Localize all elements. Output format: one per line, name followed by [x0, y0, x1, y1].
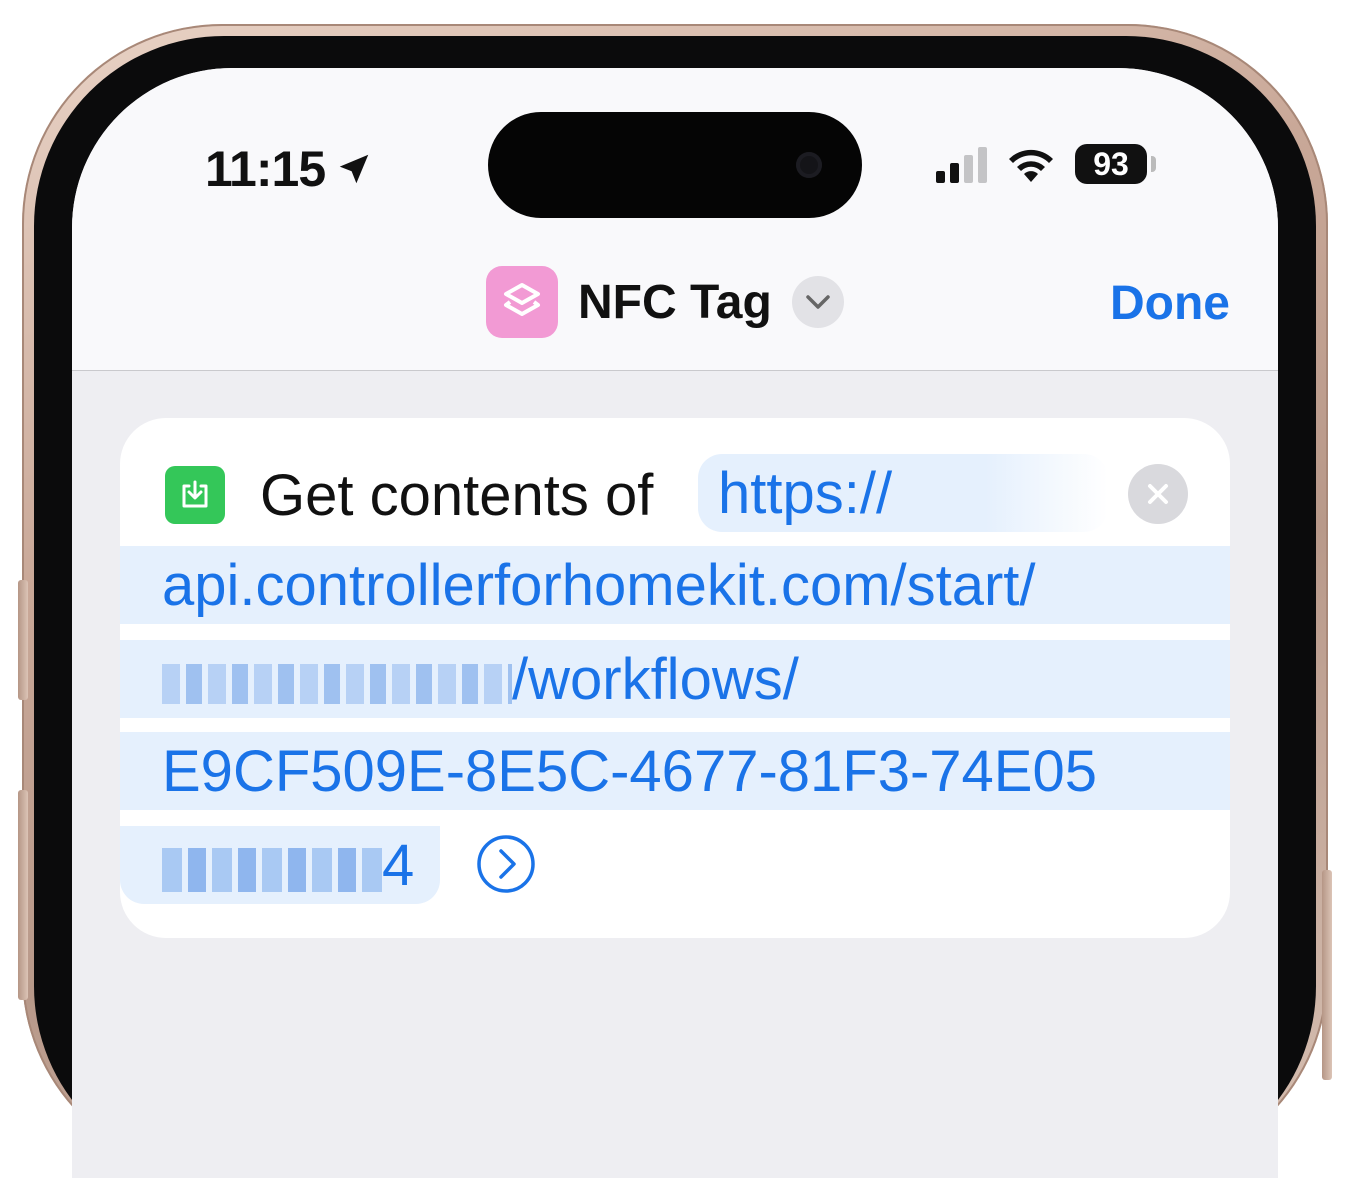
- url-line-2: api.controllerforhomekit.com/start/: [162, 553, 1036, 618]
- clear-x-icon[interactable]: [1128, 464, 1188, 524]
- volume-up-button: [18, 790, 28, 1000]
- battery-indicator: 93: [1075, 144, 1156, 184]
- shortcuts-layers-icon: [486, 266, 558, 338]
- chevron-right-circle-icon[interactable]: [476, 834, 536, 894]
- url-line-4: E9CF509E-8E5C-4677-81F3-74E05: [162, 739, 1097, 804]
- url-token-line[interactable]: E9CF509E-8E5C-4677-81F3-74E05: [120, 732, 1230, 810]
- status-indicators: 93: [936, 144, 1156, 184]
- url-token-first[interactable]: https://: [698, 454, 1108, 532]
- camera-icon: [796, 152, 822, 178]
- action-button: [18, 580, 28, 700]
- redacted-block: [162, 663, 512, 704]
- url-line-5: 4: [382, 833, 415, 898]
- status-time: 11:15: [205, 140, 373, 198]
- phone-screen: 11:15 93 NFC Tag Done Get contents of ht…: [72, 68, 1278, 1178]
- wifi-icon: [1009, 149, 1053, 182]
- url-line-5-wrapper: 4: [162, 832, 414, 899]
- cellular-signal-icon: [936, 145, 987, 183]
- location-arrow-icon: [339, 154, 369, 184]
- url-line-3: /workflows/: [512, 647, 799, 712]
- url-line-1: https://: [718, 461, 893, 526]
- action-label: Get contents of: [260, 463, 654, 528]
- power-button: [1322, 870, 1332, 1080]
- done-button[interactable]: Done: [1110, 276, 1230, 331]
- status-time-text: 11:15: [205, 141, 326, 197]
- navigation-header: 11:15 93 NFC Tag Done: [72, 68, 1278, 371]
- get-contents-action-card[interactable]: Get contents of https:// api.controllerf…: [120, 418, 1230, 938]
- redacted-block: [162, 847, 382, 892]
- url-token-line[interactable]: 4: [120, 826, 440, 904]
- shortcut-title: NFC Tag: [578, 275, 772, 329]
- url-token-line[interactable]: /workflows/: [120, 640, 1230, 718]
- chevron-down-icon[interactable]: [791, 276, 844, 328]
- dynamic-island: [488, 112, 862, 218]
- battery-level: 93: [1093, 145, 1129, 182]
- url-token-line[interactable]: api.controllerforhomekit.com/start/: [120, 546, 1230, 624]
- download-box-icon: [165, 466, 225, 524]
- url-line-3-wrapper: /workflows/: [162, 646, 799, 713]
- shortcut-title-button[interactable]: NFC Tag: [486, 266, 844, 338]
